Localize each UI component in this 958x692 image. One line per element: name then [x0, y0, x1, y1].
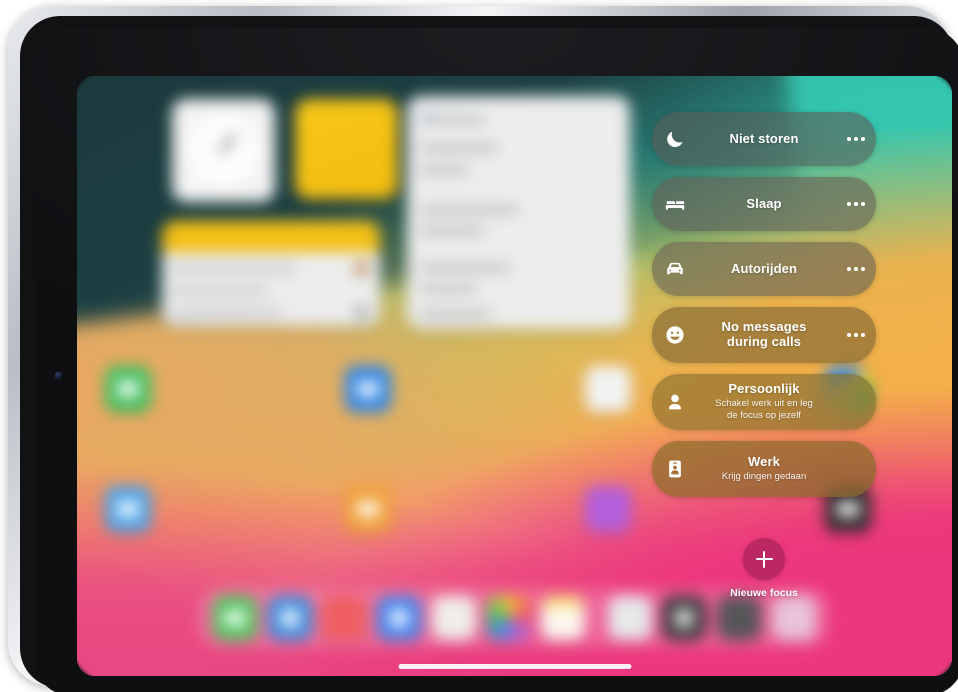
app-icon-purple[interactable] — [585, 486, 631, 532]
app-icon-glyph — [357, 381, 379, 397]
focus-mode-title: Werk — [748, 454, 780, 470]
car-icon — [652, 258, 698, 280]
front-camera-dot — [55, 372, 62, 379]
focus-mode-autorijden[interactable]: Autorijden — [652, 242, 876, 296]
ipad-screen: Niet storen Slaap Autorijden No messages… — [77, 76, 952, 676]
dock-icon-phone[interactable] — [213, 596, 257, 640]
app-icon-green[interactable] — [105, 366, 151, 412]
dock-icon-messages[interactable] — [377, 596, 422, 640]
dock-icon-music[interactable] — [322, 596, 367, 640]
focus-mode-no-messages-during-calls[interactable]: No messages during calls — [652, 307, 876, 363]
focus-mode-title: Slaap — [746, 195, 782, 211]
clock-widget[interactable] — [172, 99, 275, 202]
app-icon-blue[interactable] — [345, 366, 391, 412]
dock-icon-files[interactable] — [607, 596, 652, 640]
notes-widget-row — [172, 287, 268, 294]
focus-mode-title: Niet storen — [729, 130, 799, 146]
list-widget-row — [419, 116, 485, 124]
notes-widget-avatar — [355, 306, 368, 319]
dock-icon-books[interactable] — [431, 596, 476, 640]
app-icon-glyph — [117, 381, 139, 397]
app-icon-glyph — [224, 610, 246, 626]
focus-mode-niet-storen[interactable]: Niet storen — [652, 112, 876, 166]
app-icon-glyph — [389, 608, 410, 628]
three-dots-icon[interactable] — [836, 202, 876, 206]
dock-icon-safari[interactable] — [267, 596, 312, 640]
dock-icon-recent[interactable] — [771, 596, 816, 640]
app-icon-glyph — [279, 608, 300, 628]
list-widget-row — [419, 166, 469, 174]
app-icon-lightblue[interactable] — [105, 486, 151, 532]
ipad-body: Niet storen Slaap Autorijden No messages… — [20, 16, 958, 692]
notes-widget-header — [162, 221, 380, 252]
focus-control-panel: Niet storen Slaap Autorijden No messages… — [652, 112, 876, 508]
notes-widget-row — [172, 265, 296, 272]
focus-mode-persoonlijk[interactable]: Persoonlijk Schakel werk uit en leg de f… — [652, 374, 876, 430]
list-widget-row — [419, 206, 519, 214]
screenshot-root: Niet storen Slaap Autorijden No messages… — [0, 0, 958, 692]
home-indicator-bar[interactable] — [398, 664, 631, 669]
focus-mode-subtitle: Schakel werk uit en leg de focus op jeze… — [715, 398, 813, 421]
dock-icon-notes[interactable] — [541, 596, 586, 640]
id-badge-icon — [652, 458, 698, 480]
notes-widget-avatar — [355, 262, 368, 275]
focus-mode-text: Slaap — [698, 195, 836, 212]
app-icon-glyph — [117, 501, 139, 517]
dock-divider — [596, 601, 598, 635]
new-focus-button[interactable]: Nieuwe focus — [652, 538, 876, 599]
app-icon-glyph — [357, 501, 379, 517]
app-icon-white[interactable] — [585, 366, 631, 412]
app-icon-glyph — [674, 608, 695, 628]
focus-mode-subtitle: Krijg dingen gedaan — [721, 471, 807, 483]
list-widget[interactable] — [407, 96, 630, 329]
list-widget-row — [419, 227, 485, 235]
dock-icon-appstore[interactable] — [662, 596, 707, 640]
focus-mode-text: Persoonlijk Schakel werk uit en leg de f… — [698, 381, 836, 422]
notes-widget[interactable] — [162, 221, 380, 326]
focus-mode-werk[interactable]: Werk Krijg dingen gedaan — [652, 441, 876, 497]
three-dots-icon[interactable] — [836, 333, 876, 337]
plus-icon — [755, 550, 773, 568]
moon-icon — [652, 128, 698, 150]
notes-widget-row — [172, 309, 282, 316]
new-focus-circle[interactable] — [743, 538, 785, 580]
ipad-bezel: Niet storen Slaap Autorijden No messages… — [34, 28, 958, 692]
yellow-widget[interactable] — [295, 99, 398, 199]
focus-mode-title: No messages during calls — [721, 319, 807, 349]
focus-mode-text: No messages during calls — [698, 319, 836, 350]
focus-mode-title: Autorijden — [731, 260, 797, 276]
three-dots-icon[interactable] — [836, 267, 876, 271]
list-widget-row — [419, 285, 477, 293]
person-icon — [652, 391, 698, 413]
bed-icon — [652, 193, 698, 215]
three-dots-icon[interactable] — [836, 137, 876, 141]
focus-mode-title: Persoonlijk — [728, 381, 800, 397]
ipad-outer-frame: Niet storen Slaap Autorijden No messages… — [8, 6, 958, 692]
focus-mode-text: Niet storen — [698, 130, 836, 147]
list-widget-row — [419, 310, 491, 318]
dock-icon-settings[interactable] — [717, 596, 762, 640]
focus-mode-slaap[interactable]: Slaap — [652, 177, 876, 231]
list-widget-row — [419, 264, 511, 272]
smiley-icon — [652, 324, 698, 346]
app-icon-orange[interactable] — [345, 486, 391, 532]
new-focus-label: Nieuwe focus — [730, 587, 798, 599]
focus-mode-text: Autorijden — [698, 260, 836, 277]
list-widget-row — [419, 144, 497, 152]
focus-mode-text: Werk Krijg dingen gedaan — [698, 454, 836, 483]
dock-icon-photos[interactable] — [486, 596, 531, 640]
